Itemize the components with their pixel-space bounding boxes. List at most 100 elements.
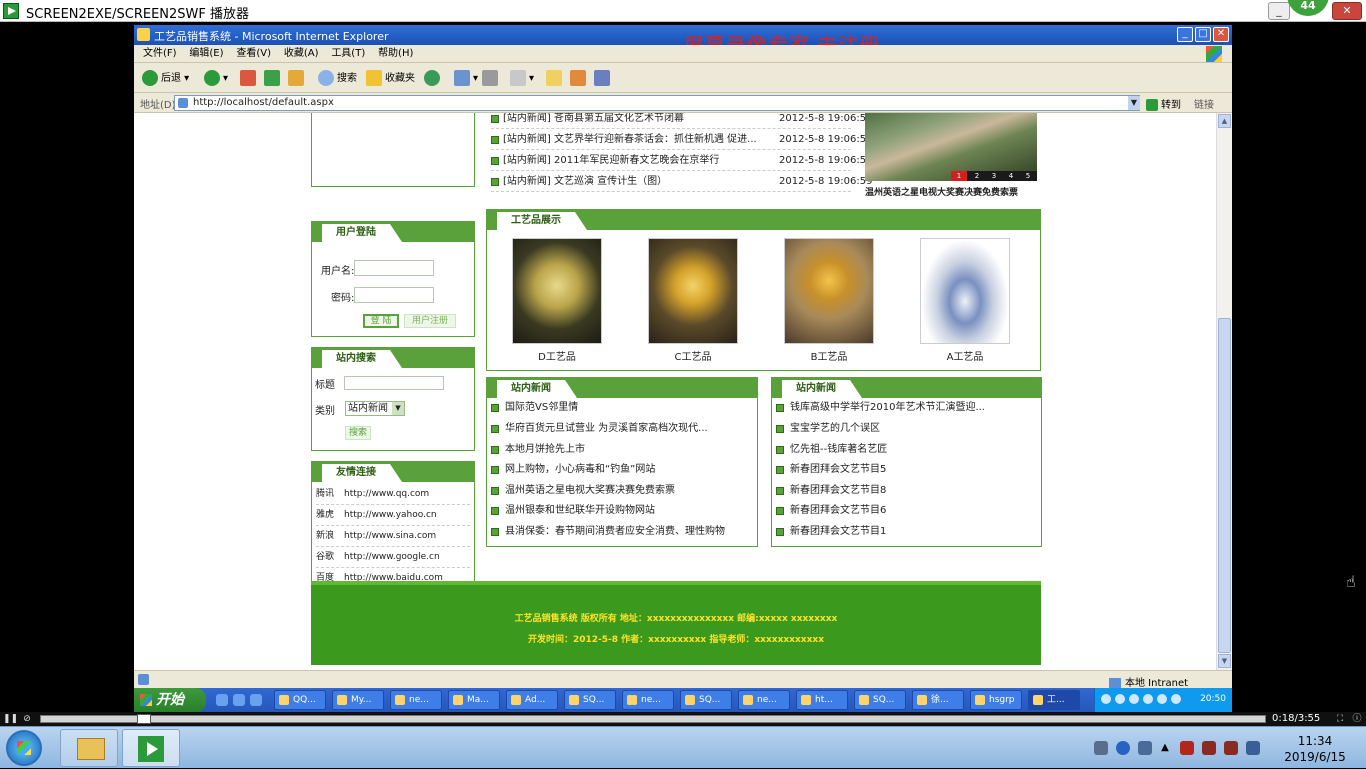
- research-button[interactable]: [594, 70, 613, 87]
- news-item[interactable]: 国际范VS邻里情: [491, 398, 578, 418]
- print-button[interactable]: [482, 70, 501, 87]
- product-image[interactable]: [512, 238, 602, 344]
- news-item[interactable]: 温州英语之星电视大奖赛决赛免费索票: [491, 481, 675, 501]
- news-item[interactable]: 宝宝学艺的几个误区: [776, 419, 880, 439]
- explorer-taskbar-button[interactable]: [60, 729, 118, 767]
- menu-favorites[interactable]: 收藏(A): [284, 45, 319, 63]
- xp-start-button[interactable]: 开始: [134, 688, 206, 712]
- address-dropdown-icon[interactable]: ▼: [1128, 96, 1140, 110]
- product-card[interactable]: D工艺品: [512, 238, 602, 363]
- input-method-icon[interactable]: [1138, 741, 1152, 755]
- tray-volume-icon[interactable]: [1129, 694, 1139, 704]
- address-input[interactable]: http://localhost/default.aspx: [174, 95, 1140, 111]
- player-close-button[interactable]: ✕: [1332, 2, 1362, 20]
- banner-page-2[interactable]: 2: [969, 171, 985, 181]
- scroll-down-icon[interactable]: ▼: [1218, 654, 1231, 668]
- news-item[interactable]: 新春团拜会文艺节目5: [776, 460, 886, 480]
- friend-link[interactable]: 雅虎 http://www.yahoo.cn: [316, 505, 470, 526]
- news-item[interactable]: 忆先祖--钱库著名艺匠: [776, 440, 887, 460]
- menu-edit[interactable]: 编辑(E): [189, 45, 223, 63]
- product-name[interactable]: D工艺品: [512, 348, 602, 363]
- player-minimize-button[interactable]: _: [1268, 2, 1290, 20]
- tray-keyboard-icon[interactable]: [1101, 694, 1111, 704]
- stop-icon[interactable]: ⊘: [21, 713, 33, 725]
- news-item[interactable]: 新春团拜会文艺节目6: [776, 501, 886, 521]
- taskbar-item[interactable]: hsgrp: [970, 690, 1022, 710]
- quicklaunch-desktop-icon[interactable]: [233, 694, 245, 706]
- taskbar-item[interactable]: ne...: [622, 690, 674, 710]
- menu-view[interactable]: 查看(V): [236, 45, 271, 63]
- back-button[interactable]: 后退 ▾: [142, 70, 189, 87]
- product-image[interactable]: [784, 238, 874, 344]
- banner-page-4[interactable]: 4: [1003, 171, 1019, 181]
- forward-button[interactable]: ▾: [204, 70, 228, 87]
- password-input[interactable]: [354, 287, 434, 303]
- news-item[interactable]: 新春团拜会文艺节目8: [776, 481, 886, 501]
- ie-close-button[interactable]: ✕: [1213, 27, 1229, 42]
- banner-page-3[interactable]: 3: [986, 171, 1002, 181]
- volume-muted-icon[interactable]: [1202, 741, 1216, 755]
- menu-tools[interactable]: 工具(T): [331, 45, 365, 63]
- taskbar-item[interactable]: ne...: [390, 690, 442, 710]
- scroll-thumb[interactable]: [1218, 318, 1231, 653]
- page-scrollbar[interactable]: ▲ ▼: [1216, 113, 1232, 670]
- links-button[interactable]: 链接: [1194, 96, 1214, 111]
- product-name[interactable]: A工艺品: [920, 348, 1010, 363]
- refresh-button[interactable]: [264, 70, 283, 87]
- taskbar-item-active[interactable]: 工...: [1028, 690, 1080, 710]
- taskbar-item[interactable]: SQ...: [564, 690, 616, 710]
- seek-thumb[interactable]: [137, 714, 151, 724]
- banner-image[interactable]: 1 2 3 4 5: [865, 113, 1037, 181]
- category-select[interactable]: 站内新闻 ▼: [345, 401, 405, 416]
- mail-button[interactable]: ▾: [454, 70, 478, 87]
- quicklaunch-ie-icon[interactable]: [216, 694, 228, 706]
- product-name[interactable]: B工艺品: [784, 348, 874, 363]
- messenger-button[interactable]: [570, 70, 589, 87]
- keyboard-icon[interactable]: [1094, 741, 1108, 755]
- news-item[interactable]: 华府百货元旦试营业 为灵溪首家高档次现代...: [491, 419, 708, 439]
- product-image[interactable]: [920, 238, 1010, 344]
- news-item[interactable]: 网上购物，小心病毒和“钓鱼”网站: [491, 460, 655, 480]
- banner-page-1[interactable]: 1: [951, 171, 967, 181]
- tray-update-icon[interactable]: [1171, 694, 1181, 704]
- product-card[interactable]: C工艺品: [648, 238, 738, 363]
- discuss-button[interactable]: [546, 70, 565, 87]
- seek-bar[interactable]: [40, 714, 1266, 724]
- banner-caption[interactable]: 温州英语之星电视大奖赛决赛免费索票: [865, 185, 1040, 198]
- search-submit-button[interactable]: 搜索: [345, 426, 371, 440]
- product-card[interactable]: B工艺品: [784, 238, 874, 363]
- stop-button[interactable]: [240, 70, 259, 87]
- menu-file[interactable]: 文件(F): [143, 45, 177, 63]
- edit-button[interactable]: ▾: [510, 70, 534, 87]
- friend-link[interactable]: 谷歌 http://www.google.cn: [316, 547, 470, 568]
- banner-page-5[interactable]: 5: [1020, 171, 1036, 181]
- player-taskbar-button[interactable]: [122, 729, 180, 767]
- taskbar-item[interactable]: ht...: [796, 690, 848, 710]
- taskbar-item[interactable]: My...: [332, 690, 384, 710]
- history-button[interactable]: [424, 70, 443, 87]
- ie-minimize-button[interactable]: _: [1177, 27, 1193, 42]
- news-item[interactable]: 县消保委：春节期间消费者应安全消费、理性购物: [491, 522, 725, 542]
- product-image[interactable]: [648, 238, 738, 344]
- news-item[interactable]: 本地月饼抢先上市: [491, 440, 585, 460]
- search-input[interactable]: [344, 376, 444, 390]
- news-item[interactable]: 钱库高级中学举行2010年艺术节汇演暨迎...: [776, 398, 985, 418]
- username-input[interactable]: [354, 260, 434, 276]
- top-news-item[interactable]: [站内新闻] 2011年军民迎新春文艺晚会在京举行 2012-5-8 19:06:…: [491, 151, 872, 171]
- top-news-item[interactable]: [站内新闻] 文艺界举行迎新春茶话会：抓住新机遇 促进... 2012-5-8 1…: [491, 130, 872, 150]
- news-item[interactable]: 新春团拜会文艺节目1: [776, 522, 886, 542]
- pause-icon[interactable]: ❚❚: [3, 713, 18, 725]
- taskbar-item[interactable]: SQ...: [854, 690, 906, 710]
- win7-start-orb[interactable]: [6, 730, 42, 766]
- product-name[interactable]: C工艺品: [648, 348, 738, 363]
- menu-help[interactable]: 帮助(H): [378, 45, 413, 63]
- tray-network-icon[interactable]: [1115, 694, 1125, 704]
- favorites-button[interactable]: 收藏夹: [366, 70, 415, 87]
- search-button[interactable]: 搜索: [318, 70, 357, 87]
- login-button[interactable]: 登 陆: [363, 314, 399, 328]
- security-alert-icon[interactable]: [1180, 741, 1194, 755]
- signal-icon[interactable]: [1246, 741, 1260, 755]
- tray-app-icon[interactable]: [1143, 694, 1153, 704]
- fullscreen-icon[interactable]: ⛶: [1334, 713, 1346, 725]
- help-icon[interactable]: [1116, 741, 1130, 755]
